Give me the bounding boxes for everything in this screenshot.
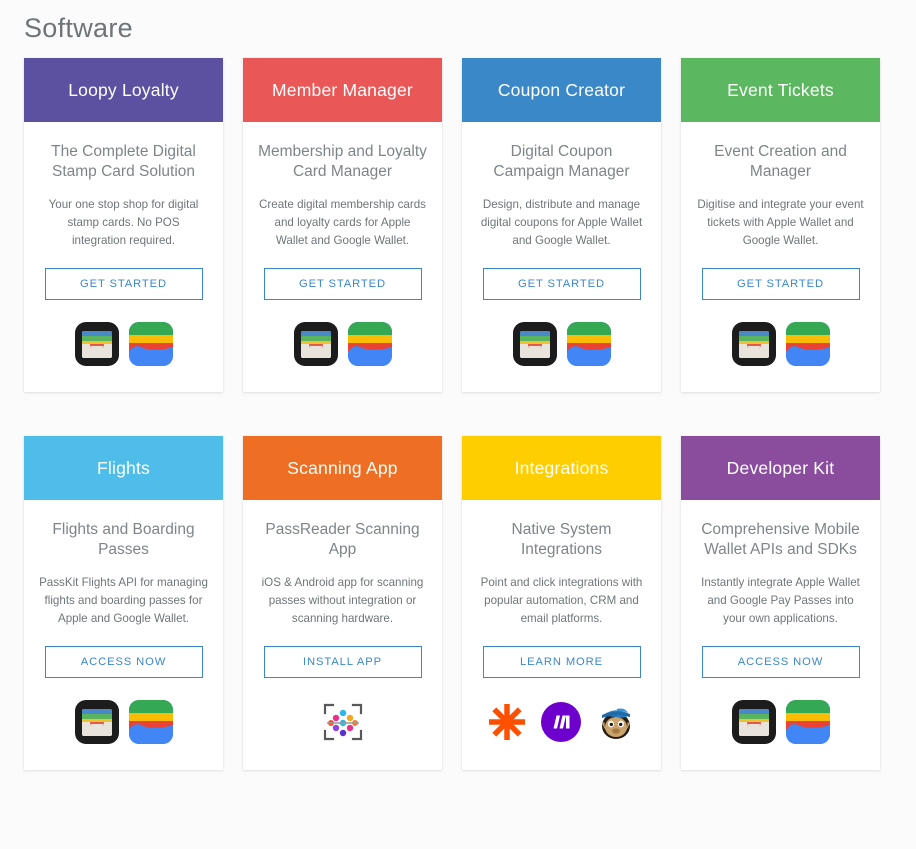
google-wallet-icon xyxy=(128,322,173,366)
card-header-member-manager: Member Manager xyxy=(243,58,442,122)
card-title: PassReader Scanning App xyxy=(265,521,420,558)
card-cta-button-event-tickets[interactable]: GET STARTED xyxy=(701,268,860,300)
card-cta-button-loopy-loyalty[interactable]: GET STARTED xyxy=(44,268,203,300)
card-icon-row xyxy=(487,698,637,746)
card-description: Instantly integrate Apple Wallet and Goo… xyxy=(701,576,860,625)
card-header-coupon-creator: Coupon Creator xyxy=(462,58,661,122)
zapier-icon xyxy=(487,702,527,742)
card-developer-kit: Developer Kit Comprehensive Mobile Walle… xyxy=(681,436,880,770)
google-wallet-icon xyxy=(785,322,830,366)
mailchimp-icon xyxy=(595,701,637,743)
card-description: Point and click integrations with popula… xyxy=(480,576,643,625)
card-icon-row xyxy=(293,320,392,368)
card-body-coupon-creator: Digital Coupon Campaign Manager Design, … xyxy=(462,122,661,392)
card-header-flights: Flights xyxy=(24,436,223,500)
card-header-label: Event Tickets xyxy=(727,79,834,100)
card-header-integrations: Integrations xyxy=(462,436,661,500)
card-icon-row xyxy=(512,320,611,368)
card-scanning-app: Scanning App PassReader Scanning App iOS… xyxy=(243,436,442,770)
card-cta-button-developer-kit[interactable]: ACCESS NOW xyxy=(701,646,860,678)
card-title: Comprehensive Mobile Wallet APIs and SDK… xyxy=(701,521,860,558)
card-member-manager: Member Manager Membership and Loyalty Ca… xyxy=(243,58,442,392)
card-cta-button-member-manager[interactable]: GET STARTED xyxy=(263,268,422,300)
card-body-event-tickets: Event Creation and Manager Digitise and … xyxy=(681,122,880,392)
google-wallet-icon xyxy=(566,322,611,366)
apple-wallet-icon xyxy=(293,322,338,366)
card-description: Design, distribute and manage digital co… xyxy=(480,198,643,247)
page-title: Software xyxy=(24,13,133,43)
card-title: Digital Coupon Campaign Manager xyxy=(493,143,630,180)
card-header-scanning-app: Scanning App xyxy=(243,436,442,500)
card-icon-row xyxy=(74,698,173,746)
software-card-grid: Loopy Loyalty The Complete Digital Stamp… xyxy=(24,58,916,770)
card-icon-row xyxy=(731,698,830,746)
card-title: The Complete Digital Stamp Card Solution xyxy=(51,143,196,180)
card-icon-row xyxy=(731,320,830,368)
card-header-label: Developer Kit xyxy=(726,457,835,478)
card-icon-row xyxy=(74,320,173,368)
card-header-label: Scanning App xyxy=(287,457,398,478)
card-header-developer-kit: Developer Kit xyxy=(681,436,880,500)
google-wallet-icon xyxy=(128,700,173,744)
card-title: Event Creation and Manager xyxy=(714,143,847,180)
apple-wallet-icon xyxy=(74,322,119,366)
card-body-developer-kit: Comprehensive Mobile Wallet APIs and SDK… xyxy=(681,500,880,770)
card-coupon-creator: Coupon Creator Digital Coupon Campaign M… xyxy=(462,58,661,392)
card-header-label: Coupon Creator xyxy=(497,79,626,100)
card-header-label: Member Manager xyxy=(272,79,413,100)
apple-wallet-icon xyxy=(512,322,557,366)
card-cta-button-flights[interactable]: ACCESS NOW xyxy=(44,646,203,678)
card-header-loopy-loyalty: Loopy Loyalty xyxy=(24,58,223,122)
card-integrations: Integrations Native System Integrations … xyxy=(462,436,661,770)
card-body-flights: Flights and Boarding Passes PassKit Flig… xyxy=(24,500,223,770)
card-header-label: Flights xyxy=(97,457,150,478)
card-cta-button-scanning-app[interactable]: INSTALL APP xyxy=(263,646,422,678)
make-icon xyxy=(540,702,581,742)
card-description: Digitise and integrate your event ticket… xyxy=(697,198,864,247)
card-title: Native System Integrations xyxy=(511,521,612,558)
card-title: Membership and Loyalty Card Manager xyxy=(258,143,427,180)
google-wallet-icon xyxy=(785,700,830,744)
card-icon-row xyxy=(321,698,365,746)
card-header-label: Loopy Loyalty xyxy=(68,79,179,100)
card-loopy-loyalty: Loopy Loyalty The Complete Digital Stamp… xyxy=(24,58,223,392)
apple-wallet-icon xyxy=(731,322,776,366)
card-header-label: Integrations xyxy=(514,457,609,478)
apple-wallet-icon xyxy=(731,700,776,744)
card-cta-button-integrations[interactable]: LEARN MORE xyxy=(482,646,641,678)
card-flights: Flights Flights and Boarding Passes Pass… xyxy=(24,436,223,770)
card-description: Create digital membership cards and loya… xyxy=(259,198,426,247)
card-cta-button-coupon-creator[interactable]: GET STARTED xyxy=(482,268,641,300)
card-header-event-tickets: Event Tickets xyxy=(681,58,880,122)
card-body-member-manager: Membership and Loyalty Card Manager Crea… xyxy=(243,122,442,392)
google-wallet-icon xyxy=(347,322,392,366)
card-body-loopy-loyalty: The Complete Digital Stamp Card Solution… xyxy=(24,122,223,392)
card-body-scanning-app: PassReader Scanning App iOS & Android ap… xyxy=(243,500,442,770)
card-description: PassKit Flights API for managing flights… xyxy=(39,576,208,625)
card-title: Flights and Boarding Passes xyxy=(52,521,195,558)
card-description: Your one stop shop for digital stamp car… xyxy=(48,198,199,247)
card-event-tickets: Event Tickets Event Creation and Manager… xyxy=(681,58,880,392)
card-body-integrations: Native System Integrations Point and cli… xyxy=(462,500,661,770)
card-description: iOS & Android app for scanning passes wi… xyxy=(261,576,424,625)
apple-wallet-icon xyxy=(74,700,119,744)
passreader-icon xyxy=(321,700,365,744)
